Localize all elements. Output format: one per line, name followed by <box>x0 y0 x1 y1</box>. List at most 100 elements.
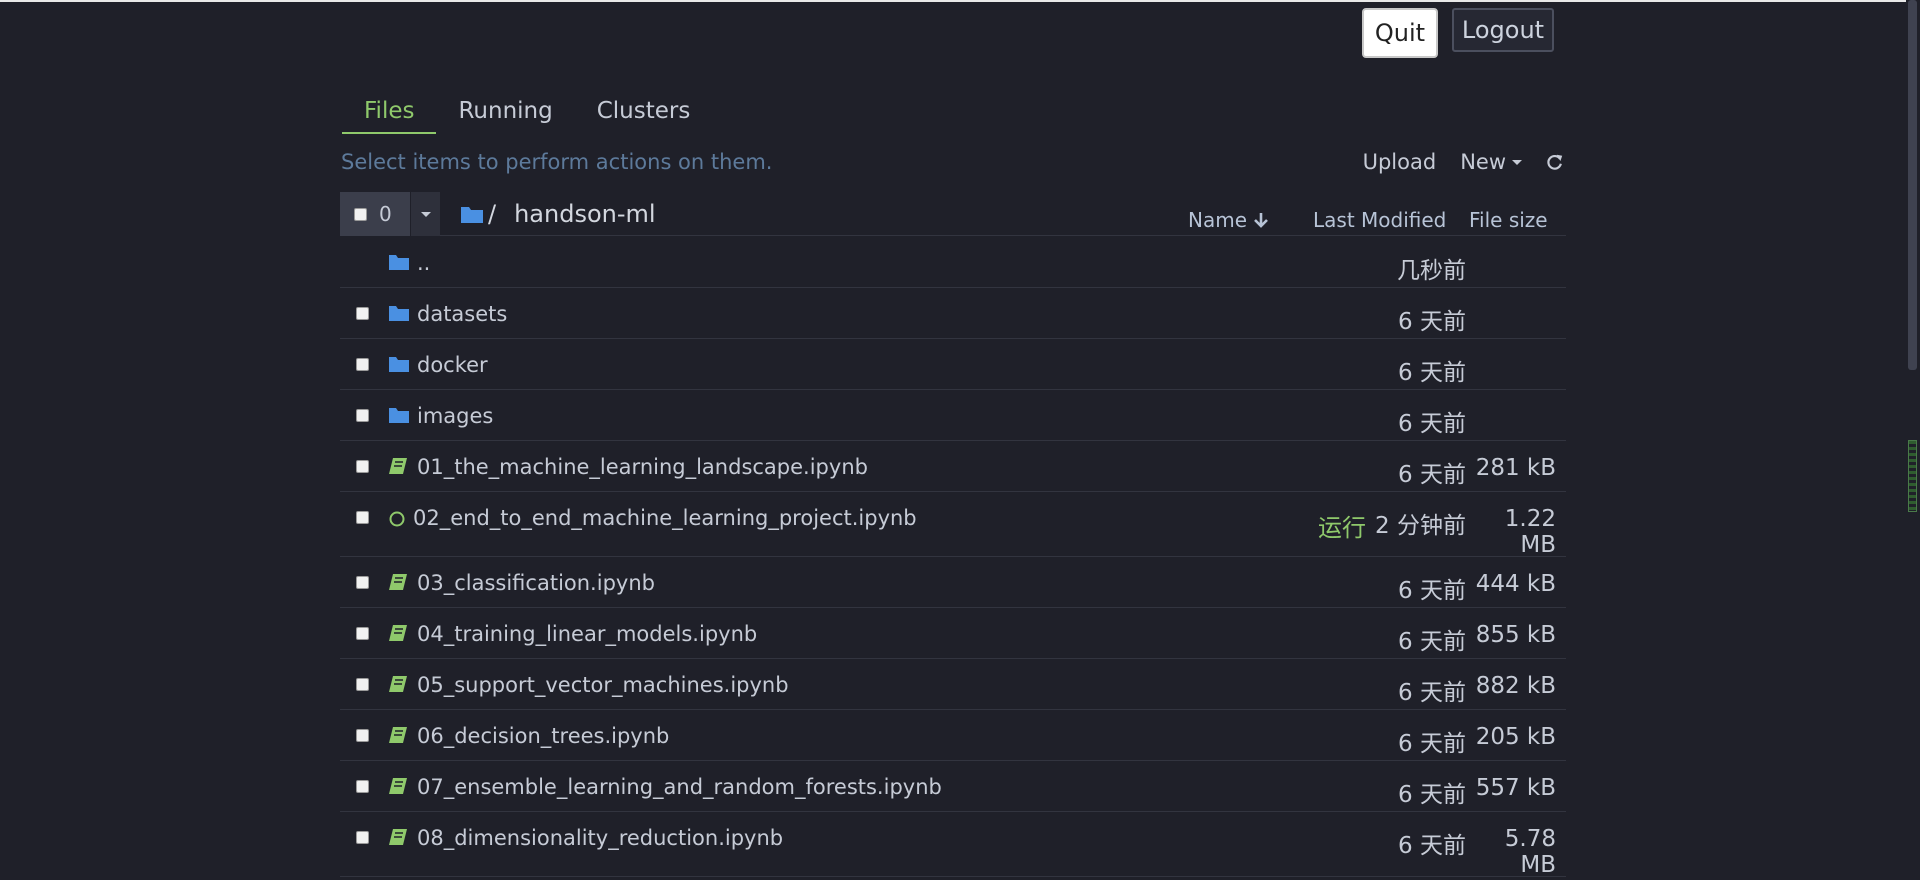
running-status: 运行 <box>1318 514 1366 542</box>
row-checkbox[interactable] <box>356 678 369 691</box>
file-name[interactable]: 07_ensemble_learning_and_random_forests.… <box>417 775 942 799</box>
tab-running[interactable]: Running <box>436 88 574 134</box>
folder-icon <box>389 408 409 423</box>
selection-hint: Select items to perform actions on them. <box>341 150 773 174</box>
file-size: 882 kB <box>1475 673 1556 699</box>
last-modified: 几秒前 <box>1397 258 1466 284</box>
caret-down-icon <box>1512 159 1522 165</box>
tab-files[interactable]: Files <box>342 88 437 134</box>
file-list-header: 0 / handson-ml Name Last Modified File s… <box>340 192 1566 236</box>
last-modified: 2 分钟前 <box>1375 513 1466 539</box>
file-list: .. 几秒前 datasets 6 天前 docker 6 天前 images … <box>340 237 1566 878</box>
last-modified: 6 天前 <box>1398 578 1466 604</box>
col-name-label: Name <box>1188 208 1248 232</box>
header-bar: Quit Logout <box>0 2 1920 64</box>
folder-icon <box>389 357 409 372</box>
file-name[interactable]: images <box>417 404 493 428</box>
file-size: 855 kB <box>1475 622 1556 648</box>
file-name[interactable]: .. <box>417 251 430 275</box>
file-name[interactable]: 01_the_machine_learning_landscape.ipynb <box>417 455 868 479</box>
selected-count: 0 <box>379 202 392 226</box>
select-dropdown-button[interactable] <box>410 192 440 236</box>
last-modified: 6 天前 <box>1398 411 1466 437</box>
upload-button[interactable]: Upload <box>1363 150 1437 174</box>
running-circle-icon <box>389 511 405 527</box>
tab-clusters[interactable]: Clusters <box>575 88 713 134</box>
file-name[interactable]: 03_classification.ipynb <box>417 571 655 595</box>
file-name[interactable]: docker <box>417 353 488 377</box>
notebook-icon <box>389 574 407 590</box>
list-item[interactable]: 06_decision_trees.ipynb 6 天前 205 kB <box>340 710 1566 761</box>
file-size: 444 kB <box>1475 571 1556 597</box>
new-dropdown-button[interactable]: New <box>1460 150 1522 174</box>
breadcrumb-separator: / <box>488 200 497 228</box>
file-size: 205 kB <box>1475 724 1556 750</box>
notebook-icon <box>389 727 407 743</box>
file-actions: Upload New <box>1363 150 1564 174</box>
list-item[interactable]: 03_classification.ipynb 6 天前 444 kB <box>340 557 1566 608</box>
file-name[interactable]: 08_dimensionality_reduction.ipynb <box>417 826 783 850</box>
select-all-checkbox[interactable] <box>354 207 367 221</box>
row-checkbox[interactable] <box>356 460 369 473</box>
select-all-group: 0 <box>340 192 440 236</box>
last-modified: 6 天前 <box>1398 731 1466 757</box>
row-checkbox[interactable] <box>356 409 369 422</box>
breadcrumb: / handson-ml <box>460 192 656 236</box>
file-size: 557 kB <box>1475 775 1556 801</box>
file-name[interactable]: 04_training_linear_models.ipynb <box>417 622 757 646</box>
last-modified: 6 天前 <box>1398 629 1466 655</box>
last-modified: 6 天前 <box>1398 360 1466 386</box>
list-item[interactable]: 07_ensemble_learning_and_random_forests.… <box>340 761 1566 812</box>
file-name[interactable]: 02_end_to_end_machine_learning_project.i… <box>413 506 917 530</box>
folder-icon[interactable] <box>460 204 484 224</box>
row-checkbox[interactable] <box>356 780 369 793</box>
scrollbar-marker <box>1908 440 1917 512</box>
row-checkbox[interactable] <box>356 576 369 589</box>
last-modified: 6 天前 <box>1398 309 1466 335</box>
file-size: 281 kB <box>1475 455 1556 481</box>
logout-button[interactable]: Logout <box>1452 8 1554 52</box>
folder-icon <box>389 306 409 321</box>
list-item[interactable]: 02_end_to_end_machine_learning_project.i… <box>340 492 1566 558</box>
list-item[interactable]: 08_dimensionality_reduction.ipynb 6 天前 5… <box>340 812 1566 878</box>
row-checkbox[interactable] <box>356 831 369 844</box>
notebook-icon <box>389 625 407 641</box>
list-item[interactable]: 01_the_machine_learning_landscape.ipynb … <box>340 441 1566 492</box>
new-label: New <box>1460 150 1506 174</box>
list-item[interactable]: 05_support_vector_machines.ipynb 6 天前 88… <box>340 659 1566 710</box>
sort-by-size-header[interactable]: File size <box>1469 208 1548 232</box>
last-modified: 6 天前 <box>1398 782 1466 808</box>
notebook-icon <box>389 778 407 794</box>
row-checkbox[interactable] <box>356 358 369 371</box>
row-checkbox[interactable] <box>356 511 369 524</box>
folder-icon <box>389 255 409 270</box>
last-modified: 6 天前 <box>1398 680 1466 706</box>
last-modified: 6 天前 <box>1398 833 1466 859</box>
arrow-down-icon <box>1254 213 1268 228</box>
row-checkbox[interactable] <box>356 627 369 640</box>
sort-by-modified-header[interactable]: Last Modified <box>1313 208 1446 232</box>
notebook-icon <box>389 829 407 845</box>
main-tabs: Files Running Clusters <box>342 88 712 134</box>
file-name[interactable]: datasets <box>417 302 507 326</box>
row-checkbox[interactable] <box>356 729 369 742</box>
refresh-button[interactable] <box>1546 153 1564 171</box>
list-item[interactable]: docker 6 天前 <box>340 339 1566 390</box>
refresh-icon <box>1547 154 1563 170</box>
quit-button[interactable]: Quit <box>1362 8 1438 58</box>
file-size: 5.78 MB <box>1504 826 1556 878</box>
file-size: 1.22 MB <box>1504 506 1556 558</box>
file-name[interactable]: 06_decision_trees.ipynb <box>417 724 669 748</box>
list-item-parent[interactable]: .. 几秒前 <box>340 237 1566 288</box>
scrollbar-thumb[interactable] <box>1908 0 1917 370</box>
sort-by-name-header[interactable]: Name <box>1188 208 1269 232</box>
list-item[interactable]: images 6 天前 <box>340 390 1566 441</box>
breadcrumb-folder[interactable]: handson-ml <box>514 200 655 228</box>
list-item[interactable]: datasets 6 天前 <box>340 288 1566 339</box>
list-item[interactable]: 04_training_linear_models.ipynb 6 天前 855… <box>340 608 1566 659</box>
file-name[interactable]: 05_support_vector_machines.ipynb <box>417 673 789 697</box>
row-checkbox[interactable] <box>356 307 369 320</box>
notebook-icon <box>389 676 407 692</box>
select-all-button[interactable]: 0 <box>340 192 410 236</box>
last-modified: 6 天前 <box>1398 462 1466 488</box>
